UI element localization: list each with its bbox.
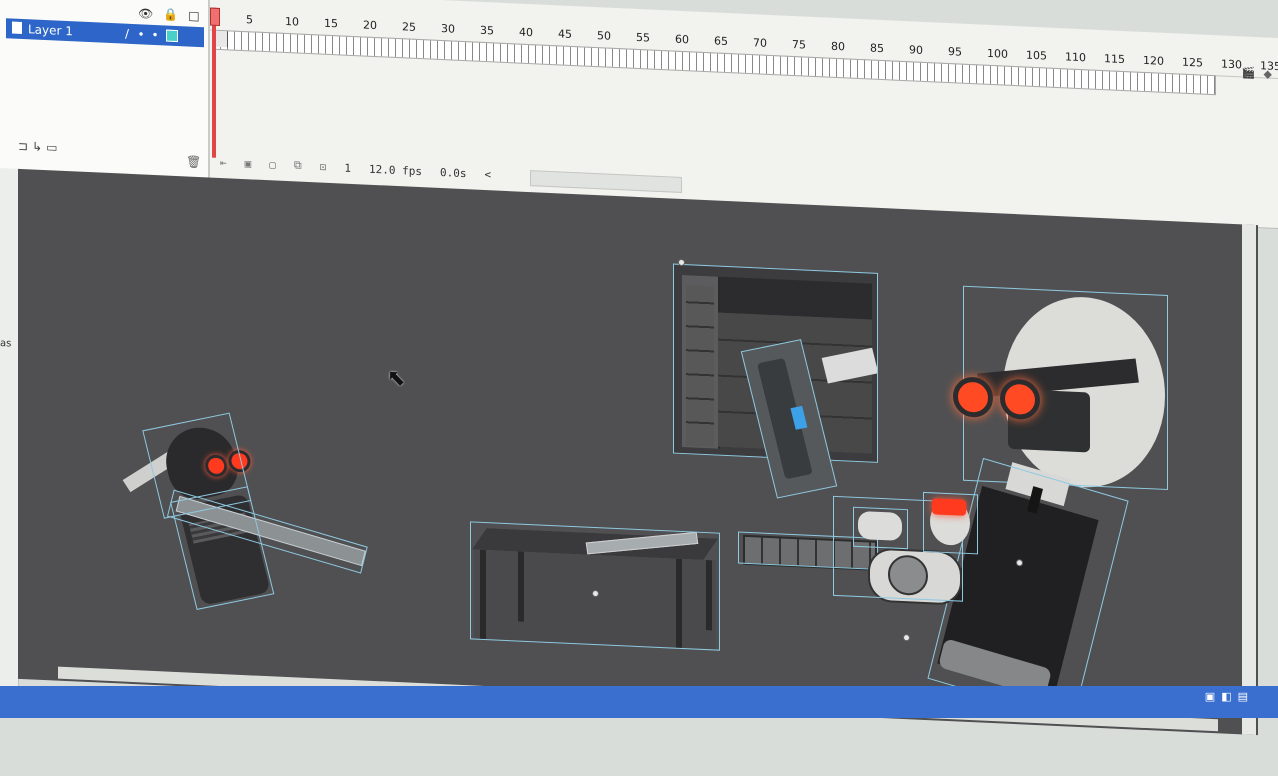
edit-multiple-icon[interactable]: ⧉ [294, 158, 302, 172]
new-layer-icon[interactable]: ⊐ [18, 139, 28, 153]
hooded-grunt-group[interactable] [96, 382, 380, 636]
ruler-tick: 25 [402, 20, 416, 34]
boss-registration-point[interactable] [1016, 559, 1023, 567]
ruler-tick: 65 [714, 34, 728, 49]
system-tray: ▣ ◧ ▤ [1205, 690, 1248, 703]
ruler-tick: 45 [558, 27, 572, 41]
ruler-tick: 70 [753, 36, 767, 50]
center-frame-icon[interactable]: ⇤ [220, 155, 227, 168]
stage[interactable]: ⬉ [18, 168, 1258, 736]
taskbar: ▣ ◧ ▤ [0, 686, 1278, 718]
ruler-tick: 85 [870, 41, 884, 56]
visibility-dot[interactable]: • [134, 27, 148, 42]
ruler-tick: 95 [948, 45, 962, 59]
timeline-right-icons: 🎬 ◆ [1242, 66, 1272, 80]
ruler-tick: 130 [1221, 57, 1242, 72]
ruler-tick: 75 [792, 37, 806, 52]
outline-color-box[interactable] [166, 29, 178, 43]
playhead[interactable] [212, 7, 216, 158]
layer-header-icons: 👁 🔒 □ [138, 6, 200, 23]
elapsed-time: 0.0s [439, 165, 467, 180]
crate-planks [686, 285, 714, 447]
trash-icon[interactable]: 🗑 [186, 154, 201, 169]
move-cursor-icon: ⬉ [387, 365, 406, 392]
strip-label: as [0, 338, 12, 350]
ruler-tick: 120 [1143, 53, 1164, 68]
ruler-tick: 40 [519, 25, 533, 40]
table-selection[interactable] [470, 521, 720, 651]
ruler-tick: 80 [831, 39, 845, 54]
layer-tools: ⊐ ↳ ▭ [18, 139, 57, 155]
transform-point[interactable] [903, 634, 910, 642]
left-tool-strip: as [0, 168, 19, 709]
tray-volume-icon[interactable]: ◧ [1221, 690, 1231, 703]
edit-scene-icon[interactable]: 🎬 [1242, 66, 1256, 80]
ruler-tick: 15 [324, 16, 338, 31]
flash-window: 👁 🔒 □ Layer 1 / • • ⊐ ↳ ▭ 🗑 5 10 15 20 25 30 3… [0, 0, 1278, 776]
outline-icon[interactable]: □ [188, 9, 199, 24]
ruler-tick: 110 [1065, 50, 1086, 65]
ruler-tick: 10 [285, 14, 299, 29]
add-guide-icon[interactable]: ↳ [32, 139, 42, 153]
scroll-left-arrow[interactable]: < [484, 167, 491, 180]
eye-icon[interactable]: 👁 [138, 6, 153, 21]
gunner-head-selection[interactable] [853, 506, 908, 550]
layer-row[interactable]: Layer 1 / • • [6, 18, 204, 48]
stage-vertical-scrollbar[interactable] [1242, 224, 1256, 736]
ruler-tick: 90 [909, 43, 923, 57]
layer-icon [12, 21, 22, 34]
onion-markers-icon[interactable]: ⊡ [320, 160, 327, 173]
transform-point[interactable] [678, 258, 685, 267]
current-frame: 1 [344, 161, 351, 175]
playhead-handle[interactable] [210, 7, 220, 26]
agent-head-selection[interactable] [923, 491, 978, 555]
ruler-tick: 105 [1026, 48, 1047, 63]
boss-goggle-left [953, 376, 993, 419]
layer-name[interactable]: Layer 1 [28, 22, 120, 40]
ruler-tick: 35 [480, 23, 494, 38]
ruler-tick: 20 [363, 18, 377, 33]
onion-outline-icon[interactable]: ▢ [269, 158, 276, 171]
ruler-tick: 5 [246, 13, 253, 27]
ruler-tick: 50 [597, 29, 611, 43]
edit-symbol-icon[interactable]: ◆ [1264, 67, 1272, 80]
ruler-tick: 125 [1182, 55, 1203, 70]
ruler-tick: 60 [675, 32, 689, 47]
new-folder-icon[interactable]: ▭ [46, 140, 57, 155]
pencil-icon: / [124, 26, 130, 41]
lock-dot[interactable]: • [148, 28, 162, 43]
ruler-tick: 115 [1104, 52, 1125, 67]
layers-pane: 👁 🔒 □ Layer 1 / • • ⊐ ↳ ▭ 🗑 [0, 0, 210, 180]
ruler-tick: 100 [987, 46, 1008, 61]
tray-app-icon[interactable]: ▤ [1238, 690, 1248, 703]
ruler-tick: 55 [636, 30, 650, 45]
tray-network-icon[interactable]: ▣ [1205, 690, 1215, 703]
ruler-tick: 30 [441, 22, 455, 36]
lock-icon[interactable]: 🔒 [163, 7, 178, 22]
onion-skin-icon[interactable]: ▣ [245, 157, 252, 170]
table-registration-point[interactable] [592, 589, 599, 598]
frame-rate: 12.0 fps [368, 162, 422, 178]
